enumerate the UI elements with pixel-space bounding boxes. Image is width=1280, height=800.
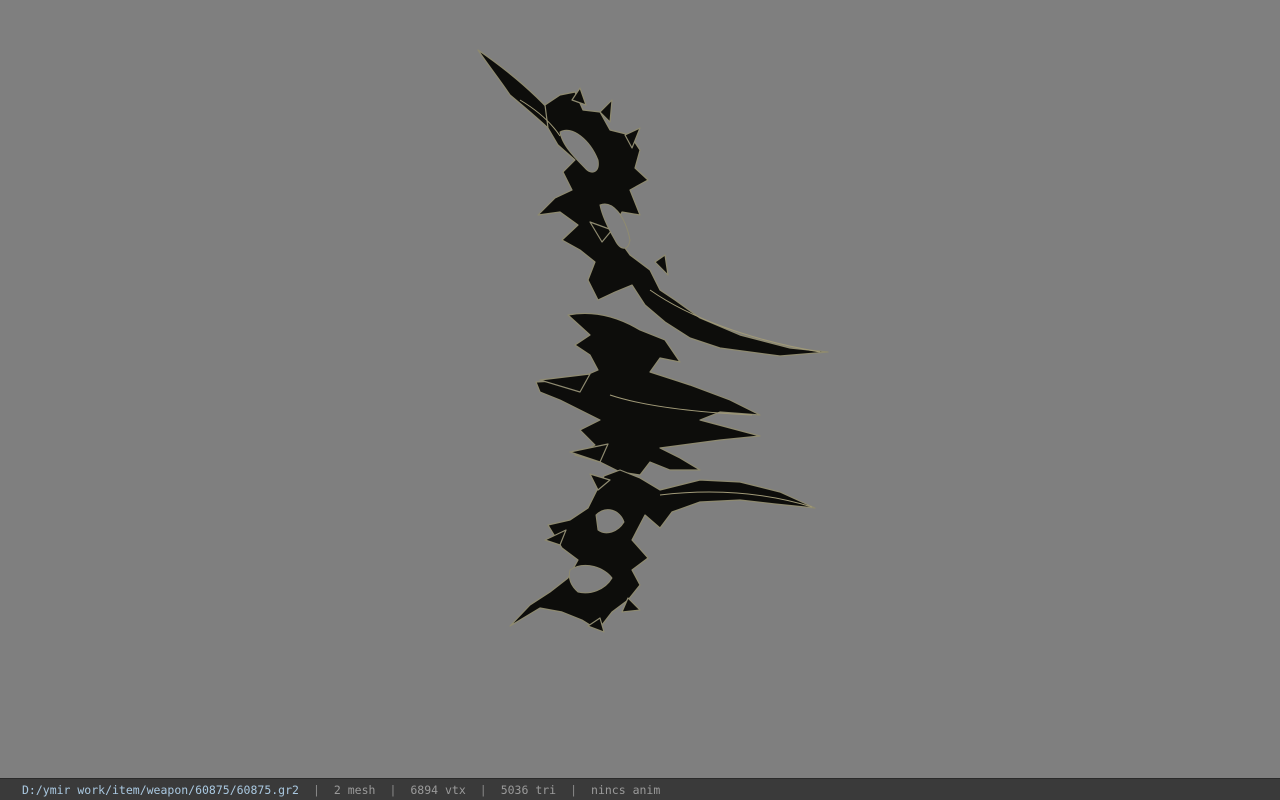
bow-upper-spike [654,254,669,276]
status-separator: | [389,782,397,797]
model-viewport[interactable] [0,0,1280,778]
mesh-count: 2 mesh [333,782,376,797]
status-bar: D:/ymir work/item/weapon/60875/60875.gr2… [0,778,1280,800]
bow-lower-limb [509,469,816,631]
status-separator: | [479,782,487,797]
anim-status: nincs anim [591,782,661,797]
bow-model [477,49,829,633]
status-separator: | [570,782,578,797]
triangle-count: 5036 tri [500,782,557,797]
file-path: D:/ymir work/item/weapon/60875/60875.gr2 [22,782,299,797]
vertex-count: 6894 vtx [410,782,466,797]
status-separator: | [312,782,320,797]
